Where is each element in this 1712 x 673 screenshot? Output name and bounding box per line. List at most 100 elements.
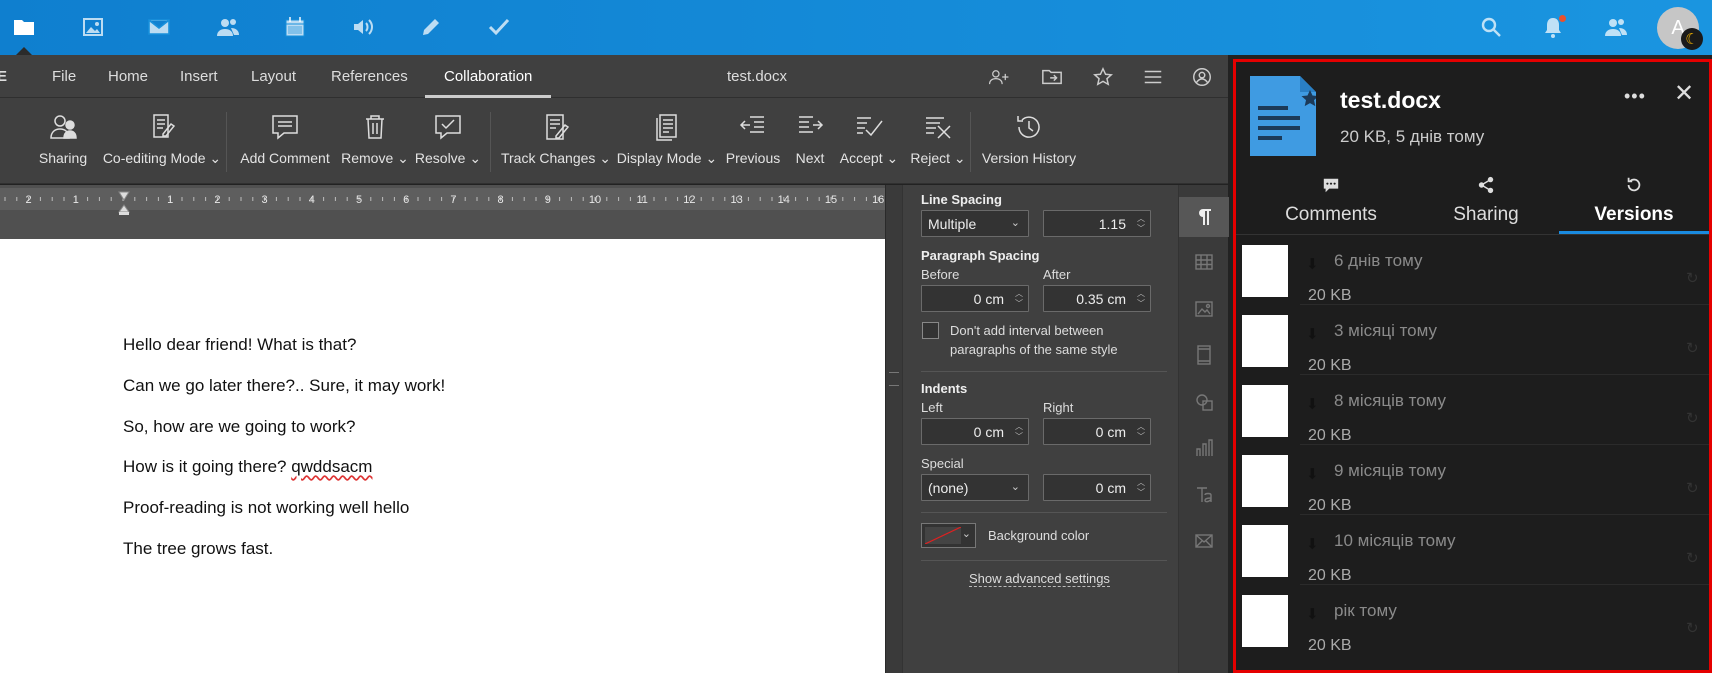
tasks-icon[interactable] [484, 12, 514, 42]
spinner-icon[interactable]: ︿ ﹀ [1014, 422, 1024, 442]
misspelled-word[interactable]: qwddsacm [291, 457, 372, 476]
talk-icon[interactable] [348, 12, 378, 42]
special-indent-input[interactable]: 0 cm ︿ ﹀ [1043, 474, 1151, 501]
tab-references[interactable]: References [331, 55, 408, 98]
paragraph-2[interactable]: Can we go later there?.. Sure, it may wo… [123, 376, 445, 396]
download-icon[interactable]: ⬇ [1306, 605, 1324, 623]
spacing-before-input[interactable]: 0 cm ︿ ﹀ [921, 285, 1029, 312]
tab-collaboration[interactable]: Collaboration [444, 55, 532, 98]
download-icon[interactable]: ⬇ [1306, 255, 1324, 273]
contacts-icon[interactable] [213, 12, 243, 42]
version-row[interactable]: ⬇ 3 місяці тому 20 KB ↻ [1236, 311, 1709, 375]
spinner-icon[interactable]: ︿ ﹀ [1136, 478, 1146, 498]
accept-button[interactable]: Accept ⌄ [836, 106, 902, 176]
reject-button[interactable]: Reject ⌄ [906, 106, 970, 176]
version-row[interactable]: ⬇ 9 місяців тому 20 KB ↻ [1236, 451, 1709, 515]
previous-button[interactable]: Previous [724, 106, 782, 176]
paragraph-1[interactable]: Hello dear friend! What is that? [123, 335, 356, 355]
close-icon[interactable]: ✕ [1674, 79, 1694, 108]
tab-insert[interactable]: Insert [180, 55, 218, 98]
line-spacing-mode-select[interactable]: Multiple ⌄ [921, 210, 1029, 237]
indent-marker[interactable] [118, 188, 130, 215]
horizontal-ruler[interactable]: 2 1 1 2 3 4 5 6 7 8 9 10 11 12 13 14 15 16 [0, 185, 885, 239]
spinner-icon[interactable]: ︿ ﹀ [1136, 289, 1146, 309]
next-button[interactable]: Next [790, 106, 830, 176]
download-icon[interactable]: ⬇ [1306, 325, 1324, 343]
ruler-label: 9 [545, 194, 551, 206]
version-row[interactable]: ⬇ 8 місяців тому 20 KB ↻ [1236, 381, 1709, 445]
paragraph-3[interactable]: So, how are we going to work? [123, 417, 355, 437]
image-icon[interactable] [1179, 289, 1229, 329]
background-color-label: Background color [988, 528, 1090, 543]
calendar-icon[interactable] [280, 12, 310, 42]
notifications-icon[interactable] [1538, 12, 1568, 42]
tab-layout[interactable]: Layout [251, 55, 296, 98]
tab-file[interactable]: File [52, 55, 76, 98]
version-row[interactable]: ⬇ 6 днів тому 20 KB ↻ [1236, 241, 1709, 305]
table-icon[interactable] [1179, 242, 1229, 282]
add-user-icon[interactable] [983, 65, 1015, 89]
download-icon[interactable]: ⬇ [1306, 395, 1324, 413]
paragraph-5[interactable]: Proof-reading is not working well hello [123, 498, 409, 518]
line-spacing-value-input[interactable]: 1.15 ︿ ﹀ [1043, 210, 1151, 237]
photos-icon[interactable] [78, 12, 108, 42]
restore-icon[interactable]: ↻ [1686, 409, 1699, 427]
search-icon[interactable] [1476, 12, 1506, 42]
chevron-down-icon: ⌄ [1010, 217, 1020, 229]
header-footer-icon[interactable] [1179, 335, 1229, 375]
version-row[interactable]: ⬇ рік тому 20 KB ↻ [1236, 591, 1709, 670]
document-page[interactable]: Hello dear friend! What is that? Can we … [0, 239, 885, 673]
no-interval-checkbox[interactable] [922, 322, 939, 339]
tab-home[interactable]: Home [108, 55, 148, 98]
special-indent-select[interactable]: (none) ⌄ [921, 474, 1029, 501]
spinner-icon[interactable]: ︿ ﹀ [1014, 289, 1024, 309]
hamburger-menu-icon[interactable] [1141, 65, 1165, 89]
paragraph-settings-panel: Line Spacing Multiple ⌄ 1.15 ︿ ﹀ Paragraph … [902, 185, 1178, 673]
open-location-icon[interactable] [1040, 65, 1064, 89]
tab-versions[interactable]: Versions [1559, 172, 1709, 234]
display-mode-button[interactable]: Display Mode ⌄ [617, 106, 717, 176]
version-row[interactable]: ⬇ 10 місяців тому 20 KB ↻ [1236, 521, 1709, 585]
download-icon[interactable]: ⬇ [1306, 465, 1324, 483]
shape-icon[interactable] [1179, 382, 1229, 422]
restore-icon[interactable]: ↻ [1686, 479, 1699, 497]
document-scrollbar[interactable] [885, 185, 902, 673]
paragraph-4[interactable]: How is it going there? qwddsacm [123, 457, 372, 477]
right-indent-input[interactable]: 0 cm ︿ ﹀ [1043, 418, 1151, 445]
spinner-icon[interactable]: ︿ ﹀ [1136, 214, 1146, 234]
contacts-menu-icon[interactable] [1601, 12, 1631, 42]
text-art-icon[interactable] [1179, 475, 1229, 515]
background-color-picker[interactable]: ⌄ [921, 523, 976, 548]
mail-merge-icon[interactable] [1179, 521, 1229, 561]
coediting-mode-button[interactable]: Co-editing Mode ⌄ [101, 106, 223, 176]
user-avatar[interactable]: A ☾ [1657, 7, 1703, 50]
files-icon[interactable] [9, 12, 39, 42]
version-history-button[interactable]: Version History [981, 106, 1077, 176]
tab-sharing[interactable]: Sharing [1411, 172, 1561, 234]
track-changes-button[interactable]: Track Changes ⌄ [501, 106, 611, 176]
user-account-icon[interactable] [1190, 65, 1214, 89]
spacing-after-input[interactable]: 0.35 cm ︿ ﹀ [1043, 285, 1151, 312]
tab-divider [1236, 234, 1709, 235]
scrollbar-thumb[interactable] [889, 372, 899, 386]
more-actions-icon[interactable]: ••• [1624, 86, 1646, 107]
mail-icon[interactable] [144, 12, 174, 42]
favorite-star-icon[interactable] [1091, 65, 1115, 89]
paragraph-icon[interactable] [1179, 197, 1229, 237]
restore-icon[interactable]: ↻ [1686, 619, 1699, 637]
chart-icon[interactable] [1179, 428, 1229, 468]
sharing-button[interactable]: Sharing [37, 106, 89, 176]
paragraph-6[interactable]: The tree grows fast. [123, 539, 273, 559]
spinner-icon[interactable]: ︿ ﹀ [1136, 422, 1146, 442]
notes-icon[interactable] [416, 12, 446, 42]
left-indent-input[interactable]: 0 cm ︿ ﹀ [921, 418, 1029, 445]
download-icon[interactable]: ⬇ [1306, 535, 1324, 553]
add-comment-button[interactable]: Add Comment [237, 106, 333, 176]
restore-icon[interactable]: ↻ [1686, 339, 1699, 357]
restore-icon[interactable]: ↻ [1686, 549, 1699, 567]
tab-comments[interactable]: Comments [1256, 172, 1406, 234]
show-advanced-settings-link[interactable]: Show advanced settings [969, 571, 1110, 587]
remove-button[interactable]: Remove ⌄ [341, 106, 409, 176]
resolve-button[interactable]: Resolve ⌄ [415, 106, 481, 176]
restore-icon[interactable]: ↻ [1686, 269, 1699, 287]
